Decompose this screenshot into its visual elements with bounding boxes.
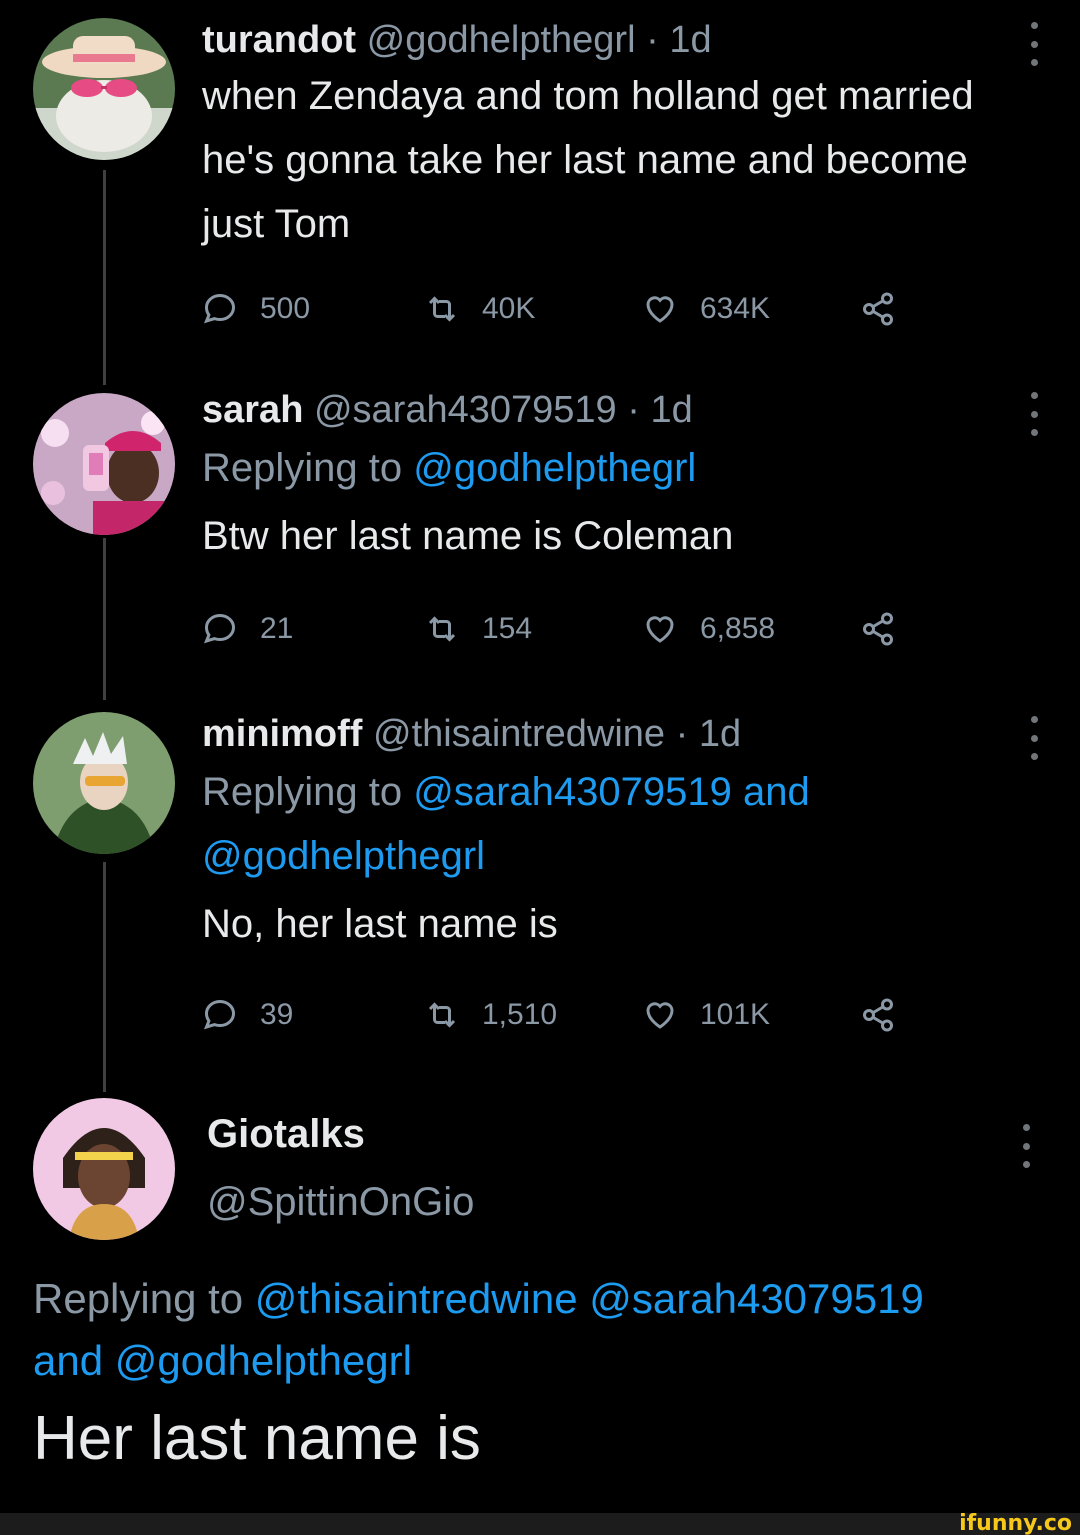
reply-count: 21 <box>260 612 294 645</box>
like-icon <box>646 616 674 643</box>
avatar[interactable] <box>33 393 175 535</box>
display-name[interactable]: turandot <box>202 19 356 61</box>
share-icon <box>863 998 893 1032</box>
retweet-count: 40K <box>482 292 536 325</box>
separator: · <box>627 389 640 431</box>
timestamp[interactable]: 1d <box>669 19 711 61</box>
avatar[interactable] <box>33 1098 175 1240</box>
avatar[interactable] <box>33 18 175 160</box>
username[interactable]: @SpittinOnGio <box>207 1180 474 1225</box>
share-icon <box>863 612 893 646</box>
retweet-button[interactable]: 1,510 <box>424 990 557 1040</box>
reply-icon <box>203 293 236 324</box>
separator: · <box>646 19 659 61</box>
retweet-count: 1,510 <box>482 998 558 1031</box>
tweet-actions: 39 1,510 101K <box>202 990 902 1040</box>
mention-link[interactable]: @thisaintredwine @sarah43079519 <box>255 1275 924 1322</box>
share-button[interactable] <box>860 990 896 1040</box>
thread-line <box>103 170 106 385</box>
thread-line <box>103 862 106 1092</box>
display-name[interactable]: Giotalks <box>207 1112 365 1157</box>
retweet-icon <box>428 1002 456 1028</box>
display-name[interactable]: sarah <box>202 389 303 431</box>
avatar-comic-hero-green-suit <box>33 712 175 854</box>
reply-button[interactable]: 21 <box>202 604 293 654</box>
reply-button[interactable]: 39 <box>202 990 293 1040</box>
replying-to-label: Replying to <box>202 770 403 814</box>
mention-link[interactable]: @sarah43079519 <box>413 770 732 814</box>
tweet-text: No, her last name is <box>202 902 558 946</box>
timestamp[interactable]: 1d <box>650 389 692 431</box>
like-button[interactable]: 6,858 <box>642 604 775 654</box>
replying-to: Replying to @thisaintredwine @sarah43079… <box>33 1268 1053 1392</box>
mention-link[interactable]: @godhelpthegrl <box>115 1337 412 1384</box>
retweet-button[interactable]: 40K <box>424 284 535 334</box>
mention-link[interactable]: @godhelpthegrl <box>202 834 485 878</box>
username[interactable]: @godhelpthegrl <box>367 19 636 61</box>
avatar-cat-in-sunhat <box>33 18 175 160</box>
retweet-icon <box>428 616 456 642</box>
replying-to-label: Replying to <box>33 1275 244 1322</box>
avatar-man-with-headband <box>33 1098 175 1240</box>
replying-to: Replying to @sarah43079519 and @godhelpt… <box>202 760 962 888</box>
mention-link[interactable]: @godhelpthegrl <box>413 446 696 490</box>
watermark-logo: ifunny.co <box>959 1511 1072 1535</box>
timestamp[interactable]: 1d <box>699 713 741 755</box>
display-name[interactable]: minimoff <box>202 713 362 755</box>
share-icon <box>863 292 893 326</box>
tweet-header: minimoff @thisaintredwine · 1d <box>202 712 1040 756</box>
reply-count: 500 <box>260 292 311 325</box>
like-icon <box>646 296 674 323</box>
like-count: 101K <box>700 998 771 1031</box>
mention-joiner: and <box>33 1337 104 1384</box>
thread-line <box>103 538 106 700</box>
like-button[interactable]: 634K <box>642 284 770 334</box>
like-count: 634K <box>700 292 771 325</box>
tweet-actions: 500 40K 634K <box>202 284 902 334</box>
tweet-text: Her last name is <box>33 1404 481 1473</box>
username[interactable]: @sarah43079519 <box>314 389 617 431</box>
more-icon[interactable] <box>1028 716 1040 760</box>
more-icon[interactable] <box>1028 22 1040 66</box>
username[interactable]: @thisaintredwine <box>373 713 665 755</box>
share-button[interactable] <box>860 284 896 334</box>
reply-count: 39 <box>260 998 294 1031</box>
mention-joiner: and <box>743 770 810 814</box>
tweet-text: when Zendaya and tom holland get married… <box>202 74 974 246</box>
reply-icon <box>203 613 236 644</box>
more-icon[interactable] <box>1020 1124 1032 1168</box>
tweet-header: turandot @godhelpthegrl · 1d <box>202 18 1040 62</box>
tweet: minimoff @thisaintredwine · 1d Replying … <box>202 712 1040 956</box>
separator: · <box>675 713 689 755</box>
share-button[interactable] <box>860 604 896 654</box>
tweet-text: Btw her last name is Coleman <box>202 514 734 558</box>
tweet: sarah @sarah43079519 · 1d Replying to @g… <box>202 388 1040 568</box>
like-button[interactable]: 101K <box>642 990 770 1040</box>
reply-icon <box>203 999 236 1030</box>
more-icon[interactable] <box>1028 392 1040 436</box>
footer-bar <box>0 1513 1080 1535</box>
retweet-icon <box>428 296 456 322</box>
replying-to-label: Replying to <box>202 446 403 490</box>
avatar-man-with-phone-sparkles <box>33 393 175 535</box>
reply-button[interactable]: 500 <box>202 284 310 334</box>
avatar[interactable] <box>33 712 175 854</box>
replying-to: Replying to @godhelpthegrl <box>202 436 1040 500</box>
like-icon <box>646 1002 674 1029</box>
retweet-count: 154 <box>482 612 533 645</box>
retweet-button[interactable]: 154 <box>424 604 532 654</box>
tweet-actions: 21 154 6,858 <box>202 604 902 654</box>
tweet-header: sarah @sarah43079519 · 1d <box>202 388 1040 432</box>
like-count: 6,858 <box>700 612 776 645</box>
tweet: turandot @godhelpthegrl · 1d when Zenday… <box>202 18 1040 256</box>
